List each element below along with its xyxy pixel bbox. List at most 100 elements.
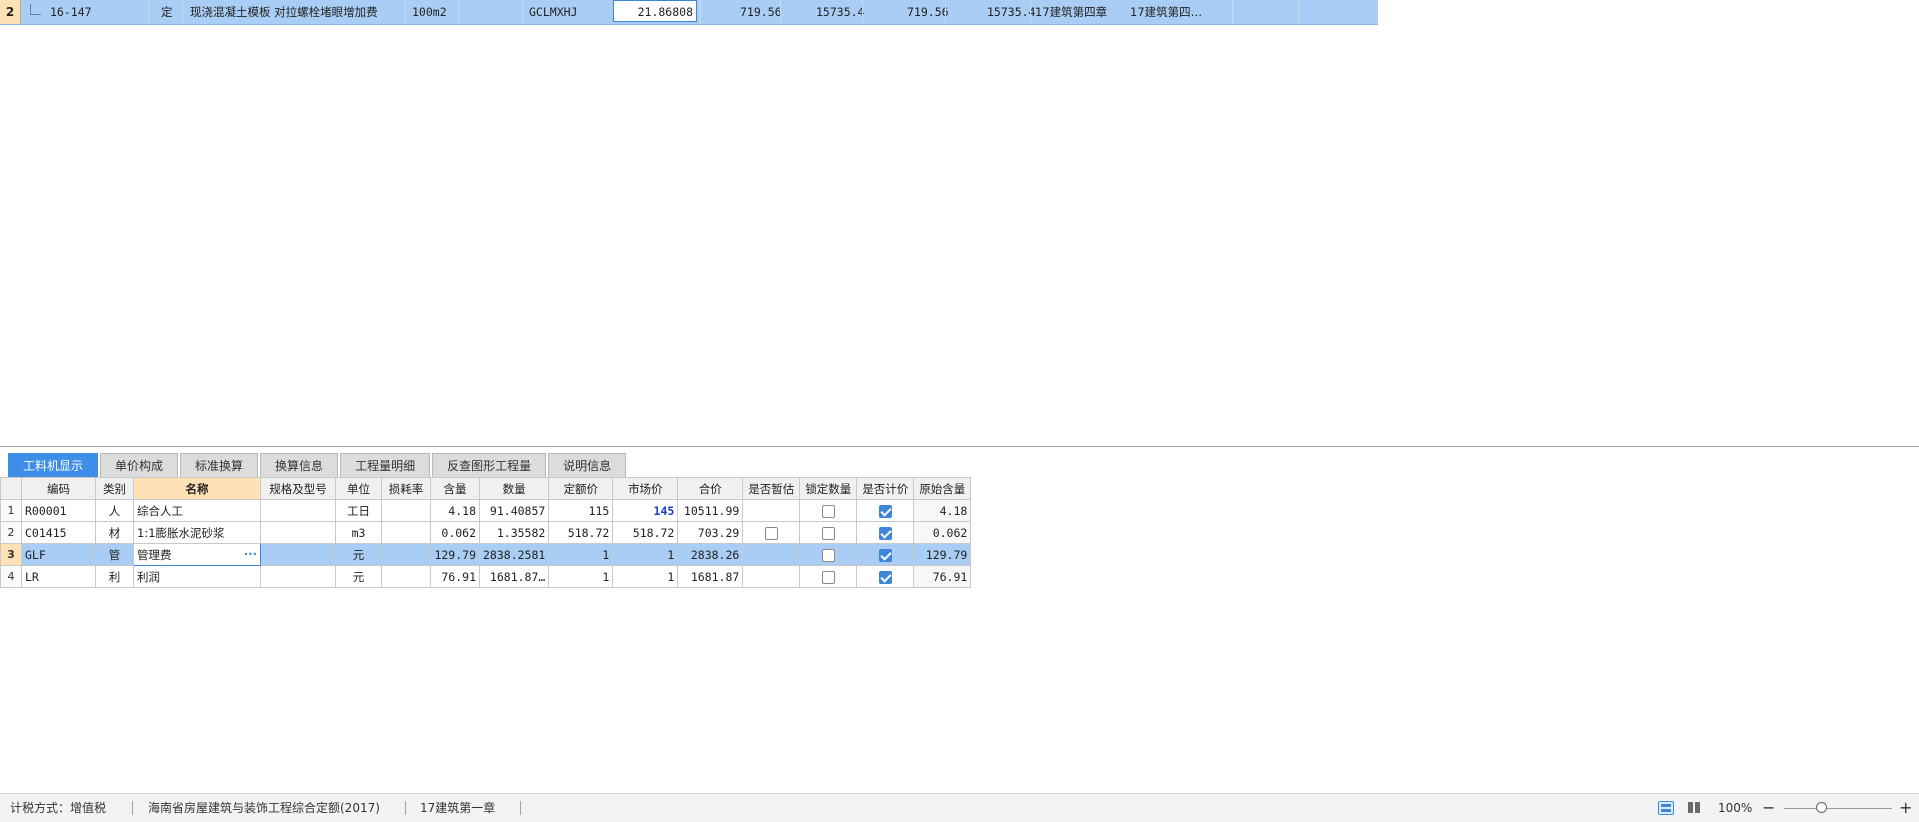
- normal-view-icon[interactable]: [1658, 801, 1674, 815]
- cell-loss-rate[interactable]: [381, 521, 431, 544]
- cell-category[interactable]: 人: [95, 499, 134, 522]
- cell-is-priced[interactable]: [856, 565, 915, 588]
- cell-code[interactable]: LR: [21, 565, 96, 588]
- zoom-slider-track[interactable]: [1784, 808, 1892, 809]
- cell-total[interactable]: 10511.99: [677, 499, 744, 522]
- item-name[interactable]: 现浇混凝土模板 对拉螺栓堵眼增加费: [190, 0, 378, 24]
- tab-conversion-info[interactable]: 换算信息: [260, 453, 339, 477]
- item-unit-price[interactable]: 719.56: [740, 0, 782, 24]
- item-type[interactable]: 定: [161, 0, 173, 24]
- cell-total[interactable]: 1681.87: [677, 565, 744, 588]
- cell-name[interactable]: 综合人工: [133, 499, 261, 522]
- cell-code[interactable]: GLF: [21, 543, 96, 566]
- cell-quantity[interactable]: 1681.87…: [478, 565, 550, 588]
- row-number[interactable]: 1: [0, 499, 22, 522]
- quota-library-text[interactable]: 海南省房屋建筑与装饰工程综合定额(2017): [148, 794, 380, 822]
- row-number[interactable]: 3: [0, 543, 22, 566]
- cell-loss-rate[interactable]: [381, 543, 431, 566]
- cell-name-editing[interactable]: 管理费 ···: [133, 543, 261, 566]
- cell-code[interactable]: R00001: [21, 499, 96, 522]
- header-quantity[interactable]: 数量: [478, 477, 550, 500]
- cell-lock-quantity[interactable]: [799, 565, 858, 588]
- lock-quantity-checkbox[interactable]: [821, 504, 835, 518]
- tab-labor-material-machine[interactable]: 工料机显示: [8, 453, 99, 477]
- cell-provisional[interactable]: [742, 499, 801, 522]
- item-chapter[interactable]: 17建筑第四章: [1035, 0, 1125, 24]
- cell-lock-quantity[interactable]: [799, 543, 858, 566]
- cell-content[interactable]: 129.79: [430, 543, 480, 566]
- cell-spec[interactable]: [260, 499, 336, 522]
- cell-content[interactable]: 0.062: [430, 521, 480, 544]
- header-quota-price[interactable]: 定额价: [548, 477, 614, 500]
- zoom-out-icon[interactable]: −: [1762, 794, 1775, 822]
- cell-provisional[interactable]: [742, 543, 801, 566]
- header-code[interactable]: 编码: [21, 477, 96, 500]
- cell-original-content[interactable]: 76.91: [913, 565, 972, 588]
- ellipsis-icon[interactable]: ···: [244, 547, 257, 561]
- cell-loss-rate[interactable]: [381, 499, 431, 522]
- cell-unit[interactable]: 元: [335, 565, 382, 588]
- cell-unit[interactable]: m3: [335, 521, 382, 544]
- cell-category[interactable]: 材: [95, 521, 134, 544]
- cell-loss-rate[interactable]: [381, 565, 431, 588]
- header-spec[interactable]: 规格及型号: [260, 477, 336, 500]
- item-unit[interactable]: 100m2: [412, 0, 447, 24]
- tab-unit-price-composition[interactable]: 单价构成: [100, 453, 179, 477]
- header-lock-quantity[interactable]: 锁定数量: [799, 477, 858, 500]
- cell-code[interactable]: C01415: [21, 521, 96, 544]
- cell-quota-price[interactable]: 115: [548, 499, 614, 522]
- tab-quantity-detail[interactable]: 工程量明细: [340, 453, 431, 477]
- main-grid-row-selected[interactable]: 2 16-147 定 现浇混凝土模板 对拉螺栓堵眼增加费 100m2 GCLMX…: [0, 0, 1378, 25]
- is-priced-checkbox[interactable]: [878, 526, 892, 540]
- cell-spec[interactable]: [260, 543, 336, 566]
- cell-unit[interactable]: 元: [335, 543, 382, 566]
- header-content[interactable]: 含量: [430, 477, 480, 500]
- cell-name[interactable]: 利润: [133, 565, 261, 588]
- cell-market-price[interactable]: 1: [612, 565, 679, 588]
- cell-quota-price[interactable]: 1: [548, 543, 614, 566]
- row-number[interactable]: 4: [0, 565, 22, 588]
- cell-total[interactable]: 703.29: [677, 521, 744, 544]
- cell-spec[interactable]: [260, 565, 336, 588]
- cell-provisional[interactable]: [742, 565, 801, 588]
- tab-standard-conversion[interactable]: 标准换算: [180, 453, 259, 477]
- header-unit[interactable]: 单位: [335, 477, 382, 500]
- header-category[interactable]: 类别: [95, 477, 134, 500]
- cell-quantity[interactable]: 91.40857: [478, 499, 550, 522]
- table-row[interactable]: 4 LR 利 利润 元 76.91 1681.87… 1 1 1681.87 7…: [0, 565, 972, 588]
- cell-content[interactable]: 4.18: [430, 499, 480, 522]
- header-total[interactable]: 合价: [677, 477, 744, 500]
- header-loss-rate[interactable]: 损耗率: [381, 477, 431, 500]
- cell-is-priced[interactable]: [856, 543, 915, 566]
- zoom-slider-thumb[interactable]: [1816, 802, 1827, 813]
- is-priced-checkbox[interactable]: [878, 504, 892, 518]
- split-view-icon[interactable]: [1686, 801, 1702, 815]
- cell-quota-price[interactable]: 1: [548, 565, 614, 588]
- chapter-text[interactable]: 17建筑第一章: [420, 794, 495, 822]
- cell-quantity[interactable]: 2838.2581: [478, 543, 550, 566]
- cell-market-price[interactable]: 1: [612, 543, 679, 566]
- cell-original-content[interactable]: 0.062: [913, 521, 972, 544]
- item-expression[interactable]: GCLMXHJ: [529, 0, 577, 24]
- lock-quantity-checkbox[interactable]: [821, 570, 835, 584]
- cell-spec[interactable]: [260, 521, 336, 544]
- table-row[interactable]: 1 R00001 人 综合人工 工日 4.18 91.40857 115 145…: [0, 499, 972, 522]
- table-row[interactable]: 2 C01415 材 1:1膨胀水泥砂浆 m3 0.062 1.35582 51…: [0, 521, 972, 544]
- is-priced-checkbox[interactable]: [878, 548, 892, 562]
- row-number[interactable]: 2: [0, 0, 21, 24]
- cell-name-text[interactable]: 管理费: [137, 548, 172, 562]
- cell-quota-price[interactable]: 518.72: [548, 521, 614, 544]
- cell-market-price[interactable]: 145: [612, 499, 679, 522]
- tab-description-info[interactable]: 说明信息: [548, 453, 627, 477]
- item-comp-total[interactable]: 15735.4: [987, 0, 1035, 24]
- cell-category[interactable]: 利: [95, 565, 134, 588]
- table-row-selected[interactable]: 3 GLF 管 管理费 ··· 元 129.79 2838.2581 1 1 28…: [0, 543, 972, 566]
- cell-original-content[interactable]: 4.18: [913, 499, 972, 522]
- cell-market-price[interactable]: 518.72: [612, 521, 679, 544]
- item-comp-unit-price[interactable]: 719.56: [907, 0, 949, 24]
- header-market-price[interactable]: 市场价: [612, 477, 679, 500]
- cell-is-priced[interactable]: [856, 499, 915, 522]
- row-number[interactable]: 2: [0, 521, 22, 544]
- cell-content[interactable]: 76.91: [430, 565, 480, 588]
- cell-is-priced[interactable]: [856, 521, 915, 544]
